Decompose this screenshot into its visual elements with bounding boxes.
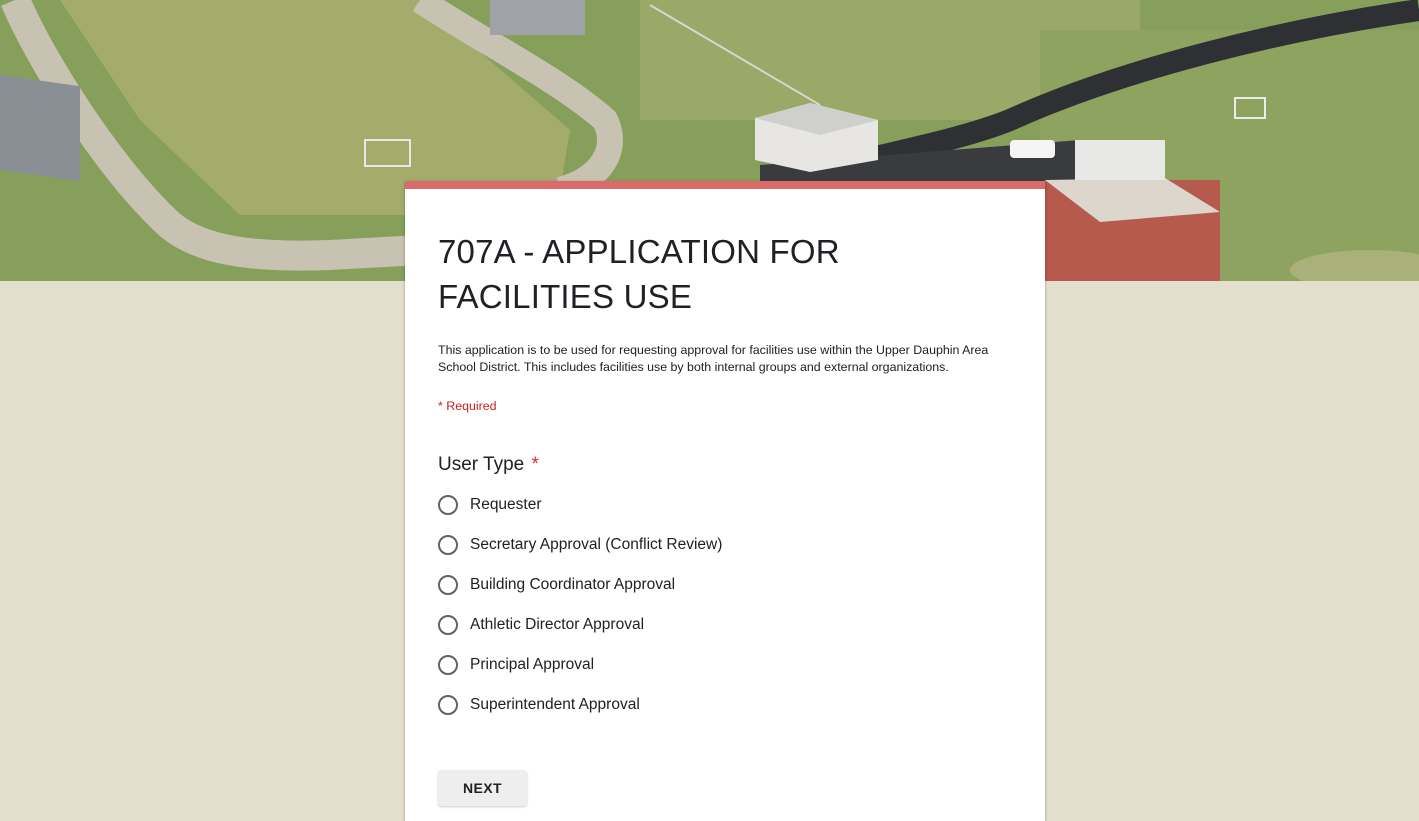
radio-option-label: Superintendent Approval	[470, 696, 640, 713]
radio-button-icon[interactable]	[438, 655, 458, 675]
radio-option-label: Athletic Director Approval	[470, 616, 645, 633]
radio-option-secretary-approval[interactable]: Secretary Approval (Conflict Review)	[438, 525, 998, 565]
radio-button-icon[interactable]	[438, 535, 458, 555]
radio-button-icon[interactable]	[438, 575, 458, 595]
radio-option-label: Requester	[470, 496, 542, 513]
radio-option-label: Principal Approval	[470, 656, 595, 673]
radio-option-athletic-director-approval[interactable]: Athletic Director Approval	[438, 605, 998, 645]
radio-option-building-coordinator-approval[interactable]: Building Coordinator Approval	[438, 565, 998, 605]
radio-button-icon[interactable]	[438, 615, 458, 635]
next-button[interactable]: NEXT	[438, 770, 527, 806]
radio-option-requester[interactable]: Requester	[438, 485, 998, 525]
radio-group-user-type: Requester Secretary Approval (Conflict R…	[438, 485, 998, 725]
required-asterisk: *	[531, 454, 539, 475]
question-title-text: User Type	[438, 454, 525, 475]
radio-option-label: Secretary Approval (Conflict Review)	[470, 536, 723, 553]
required-note: * Required	[438, 399, 497, 413]
form-card: 707A - APPLICATION FOR FACILITIES USE Th…	[405, 181, 1045, 821]
form-description: This application is to be used for reque…	[438, 343, 989, 374]
radio-option-superintendent-approval[interactable]: Superintendent Approval	[438, 685, 998, 725]
form-title: 707A - APPLICATION FOR FACILITIES USE	[438, 233, 840, 315]
radio-button-icon[interactable]	[438, 495, 458, 515]
question-title: User Type *	[438, 453, 539, 477]
radio-option-principal-approval[interactable]: Principal Approval	[438, 645, 998, 685]
radio-button-icon[interactable]	[438, 695, 458, 715]
radio-option-label: Building Coordinator Approval	[470, 576, 676, 593]
